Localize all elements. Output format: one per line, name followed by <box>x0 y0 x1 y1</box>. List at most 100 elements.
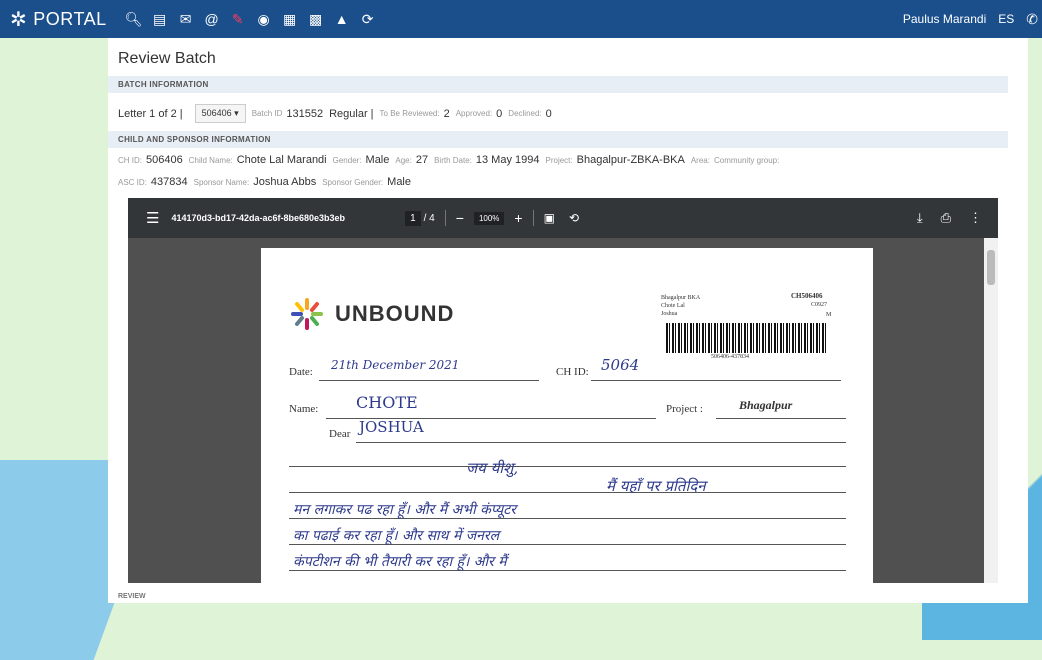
letter-ch-code: CH506406 <box>791 292 823 300</box>
area-label: Area: <box>690 155 710 165</box>
barcode-text: 506406-437834 <box>711 354 749 360</box>
sponsor-name-label: Sponsor Name: <box>193 177 250 187</box>
pdf-filename: 414170d3-bd17-42da-ac6f-8be680e3b3eb <box>171 213 346 223</box>
batch-id-value: 131552 <box>286 107 324 120</box>
age-value: 27 <box>415 154 429 166</box>
birth-date-value: 13 May 1994 <box>475 154 540 166</box>
gender-value: Male <box>365 154 390 166</box>
unbound-logo: UNBOUND <box>289 296 454 332</box>
chid-value: 5064 <box>601 356 640 374</box>
at-icon[interactable]: @ <box>199 11 225 27</box>
chid-label: CH ID: <box>556 366 589 378</box>
review-section-header: REVIEW <box>118 593 146 600</box>
project-value: Bhagalpur-ZBKA-BKA <box>576 154 685 166</box>
ch-id-label: CH ID: <box>118 155 142 165</box>
graduation-icon[interactable]: ▲ <box>329 11 355 27</box>
birth-date-label: Birth Date: <box>434 155 472 165</box>
user-area: Paulus Marandi ES ✆︎ <box>891 11 1038 28</box>
sponsor-gender-value: Male <box>387 176 411 188</box>
pdf-toolbar: ☰ 414170d3-bd17-42da-ac6f-8be680e3b3eb 1… <box>128 198 998 238</box>
mail-icon[interactable]: ✉︎ <box>173 11 199 28</box>
date-underline <box>319 380 539 381</box>
more-options-icon[interactable]: ⋮ <box>969 210 982 226</box>
print-icon[interactable]: ⎙︎ <box>941 210 951 226</box>
list-icon[interactable]: ▤ <box>147 11 173 28</box>
page-indicator: 1 / 4 <box>405 210 435 226</box>
page-number-input[interactable]: 1 <box>405 210 421 226</box>
user-name[interactable]: Paulus Marandi <box>903 12 986 26</box>
declined-label: Declined: <box>508 109 542 118</box>
zoom-level[interactable]: 100% <box>473 211 505 225</box>
page-total: / 4 <box>423 212 435 224</box>
approved-value: 0 <box>496 107 503 120</box>
letter-select[interactable]: 506406 ▾ <box>194 104 246 123</box>
letter-gender-code: M <box>826 312 832 318</box>
top-navbar: ✲ PORTAL 🔍︎ ▤ ✉︎ @ ✎︎ ◉ ▦ ▩ ▲ ⟳ Paulus M… <box>0 0 1042 38</box>
letter-line-4: कंपटीशन की भी तैयारी कर रहा हूँ। और मैं <box>293 554 507 570</box>
batch-section-header: BATCH INFORMATION <box>108 76 1008 93</box>
child-info-row: CH ID: 506406 Child Name: Chote Lal Mara… <box>118 154 783 166</box>
rotate-icon[interactable]: ⟲ <box>569 211 579 225</box>
edit-icon[interactable]: ✎︎ <box>225 11 251 28</box>
phone-icon[interactable]: ✆︎ <box>1026 11 1038 28</box>
barcode <box>666 323 826 353</box>
approved-label: Approved: <box>455 109 493 118</box>
project-label: Project : <box>666 403 703 415</box>
ch-id-value: 506406 <box>146 154 183 166</box>
zoom-in-icon[interactable]: + <box>514 210 522 226</box>
menu-icon[interactable]: ☰ <box>146 209 159 227</box>
main-content: Review Batch BATCH INFORMATION Letter 1 … <box>108 38 1028 603</box>
search-icon[interactable]: 🔍︎ <box>121 11 147 28</box>
toolbar-divider <box>444 210 446 226</box>
chid-underline <box>591 380 841 381</box>
date-value: 21th December 2021 <box>331 358 460 372</box>
pdf-actions: ⤓ ⎙︎ ⋮ <box>917 210 982 226</box>
to-be-reviewed-value: 2 <box>443 107 450 120</box>
name-label: Name: <box>289 403 319 415</box>
asc-id-value: 437834 <box>150 176 188 188</box>
brand-text: PORTAL <box>33 8 107 29</box>
letter-line-1: मैं यहाँ पर प्रतिदिन <box>606 477 706 495</box>
page-title: Review Batch <box>118 50 216 67</box>
letter-count: Letter 1 of 2 | <box>118 107 183 120</box>
letter-line-0: जय यीशु, <box>466 459 519 477</box>
refresh-icon[interactable]: ⟳ <box>355 11 381 28</box>
line-1 <box>289 466 846 467</box>
age-label: Age: <box>395 155 412 165</box>
toolbar-icons: 🔍︎ ▤ ✉︎ @ ✎︎ ◉ ▦ ▩ ▲ ⟳ <box>121 11 381 28</box>
letter-header-info: Bhagalpur BKA Chote Lal Joshua <box>661 295 701 317</box>
id-card-icon[interactable]: ▩ <box>303 11 329 28</box>
child-section-header: CHILD AND SPONSOR INFORMATION <box>108 131 1008 148</box>
to-be-reviewed-label: To Be Reviewed: <box>379 109 440 118</box>
asc-id-label: ASC ID: <box>118 177 147 187</box>
gender-label: Gender: <box>332 155 362 165</box>
portal-brand[interactable]: ✲ PORTAL <box>10 7 107 32</box>
scrollbar-thumb[interactable] <box>987 250 995 285</box>
date-label: Date: <box>289 366 313 378</box>
letter-line-2: मन लगाकर पढ रहा हूँ। और मैं अभी कंप्यूटर <box>293 502 517 518</box>
batch-info-row: Letter 1 of 2 | 506406 ▾ Batch ID 131552… <box>118 104 558 123</box>
barcode-icon[interactable]: ▦ <box>277 11 303 28</box>
pdf-scrollbar[interactable] <box>984 238 998 583</box>
project-label: Project: <box>545 155 573 165</box>
child-name-label: Child Name: <box>188 155 233 165</box>
name-value: CHOTE <box>356 393 418 412</box>
letter-page: UNBOUND Bhagalpur BKA Chote Lal Joshua C… <box>261 248 873 583</box>
download-icon[interactable]: ⤓ <box>917 210 923 226</box>
sponsor-name-value: Joshua Abbs <box>253 176 317 188</box>
batch-type: Regular | <box>329 107 374 120</box>
unbound-wordmark: UNBOUND <box>335 301 455 326</box>
portal-logo-icon: ✲ <box>10 8 28 31</box>
pdf-viewer: ☰ 414170d3-bd17-42da-ac6f-8be680e3b3eb 1… <box>128 198 998 583</box>
camera-icon[interactable]: ◉ <box>251 11 277 28</box>
sponsor-info-row: ASC ID: 437834 Sponsor Name: Joshua Abbs… <box>118 176 417 188</box>
dear-underline <box>356 442 846 443</box>
declined-value: 0 <box>545 107 552 120</box>
language-toggle[interactable]: ES <box>998 12 1014 26</box>
fit-page-icon[interactable]: ▣ <box>544 211 555 225</box>
letter-line-3: का पढाई कर रहा हूँ। और साथ में जनरल <box>293 528 500 544</box>
toolbar-divider-2 <box>532 210 534 226</box>
dear-value: JOSHUA <box>359 418 424 436</box>
zoom-out-icon[interactable]: − <box>456 210 464 226</box>
dear-label: Dear <box>329 428 351 440</box>
